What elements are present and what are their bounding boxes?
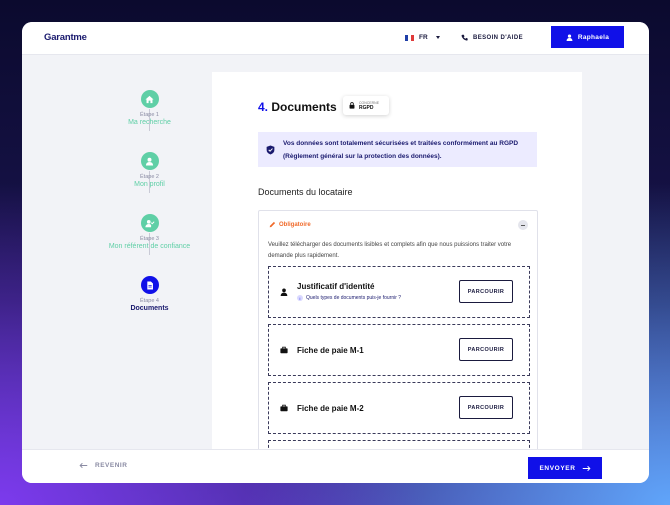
top-navbar: Garantme FR BESOIN D'AIDE Raphaela	[22, 22, 649, 55]
pencil-icon	[269, 221, 276, 228]
step-number: Étape 4	[140, 298, 159, 304]
badge-caption: CONCERNE	[359, 100, 380, 105]
browse-button[interactable]: PARCOURIR	[459, 280, 513, 303]
documents-card: 4. Documents CONCERNE RGPD Vos données s…	[212, 72, 582, 452]
document-label: Justificatif d'identité	[297, 282, 375, 291]
user-icon	[280, 288, 288, 296]
rgpd-badge: CONCERNE RGPD	[343, 96, 389, 115]
briefcase-icon	[280, 346, 288, 354]
browse-button[interactable]: PARCOURIR	[459, 338, 513, 361]
browse-button[interactable]: PARCOURIR	[459, 396, 513, 419]
step-name: Mon référent de confiance	[108, 243, 191, 250]
document-label: Fiche de paie M-1	[297, 346, 364, 355]
step-4[interactable]: Étape 4 Documents	[102, 276, 197, 312]
chevron-down-icon	[435, 36, 440, 39]
back-button[interactable]: REVENIR	[79, 462, 127, 469]
language-selector[interactable]: FR	[405, 34, 440, 41]
user-name: Raphaela	[577, 33, 610, 41]
language-label: FR	[419, 34, 428, 41]
collapse-button[interactable]	[518, 220, 528, 230]
step-2[interactable]: Étape 2 Mon profil	[102, 152, 197, 188]
user-account-button[interactable]: Raphaela	[551, 26, 624, 48]
document-upload-item: Justificatif d'identité i Quels types de…	[268, 266, 530, 318]
step-name: Mon profil	[134, 181, 165, 188]
send-button[interactable]: ENVOYER	[528, 457, 602, 479]
phone-icon	[461, 34, 468, 41]
lock-icon	[349, 102, 355, 109]
section-title: Documents du locataire	[258, 187, 353, 197]
step-name: Documents	[130, 305, 169, 312]
upload-instructions: Veuillez télécharger des documents lisib…	[268, 242, 512, 259]
step-name: Ma recherche	[128, 119, 171, 126]
step-3[interactable]: Étape 3 Mon référent de confiance	[102, 214, 197, 250]
badge-label: RGPD	[359, 104, 374, 111]
required-badge: Obligatoire	[269, 221, 311, 228]
document-label: Fiche de paie M-2	[297, 404, 364, 413]
notice-text: Vos données sont totalement sécurisées e…	[283, 139, 519, 160]
step-1[interactable]: Étape 1 Ma recherche	[102, 90, 197, 126]
step-number: Étape 2	[140, 174, 159, 180]
arrow-left-icon	[79, 462, 88, 469]
minus-icon	[521, 224, 525, 226]
document-icon	[140, 276, 159, 294]
logo[interactable]: Garantme	[44, 32, 87, 43]
step-number: Étape 1	[140, 112, 159, 118]
back-label: REVENIR	[95, 462, 128, 469]
title-text: Documents	[271, 100, 337, 114]
page-title: 4. Documents	[258, 100, 337, 114]
help-text: Quels types de documents puis-je fournir…	[306, 295, 402, 301]
app-window: Garantme FR BESOIN D'AIDE Raphaela Étape…	[22, 22, 649, 483]
send-label: ENVOYER	[539, 464, 576, 472]
help-label: BESOIN D'AIDE	[473, 34, 523, 41]
briefcase-icon	[280, 404, 288, 412]
shield-check-icon	[266, 145, 275, 154]
help-link[interactable]: BESOIN D'AIDE	[461, 34, 523, 41]
user-icon	[566, 33, 573, 41]
french-flag-icon	[405, 34, 414, 41]
user-check-icon	[140, 214, 159, 232]
footer-bar: REVENIR ENVOYER	[22, 449, 649, 483]
arrow-right-icon	[582, 465, 591, 471]
tenant-documents-panel: Obligatoire Veuillez télécharger des doc…	[258, 210, 538, 452]
info-icon: i	[297, 295, 303, 301]
home-icon	[140, 90, 159, 108]
step-number: Étape 3	[140, 236, 159, 242]
document-types-help-link[interactable]: i Quels types de documents puis-je fourn…	[297, 295, 401, 301]
document-upload-item: Fiche de paie M-1 PARCOURIR	[268, 324, 530, 376]
security-notice: Vos données sont totalement sécurisées e…	[258, 132, 537, 167]
step-index: 4.	[258, 100, 269, 114]
document-upload-item: Fiche de paie M-2 PARCOURIR	[268, 382, 530, 434]
required-label: Obligatoire	[279, 221, 311, 228]
user-icon	[140, 152, 159, 170]
